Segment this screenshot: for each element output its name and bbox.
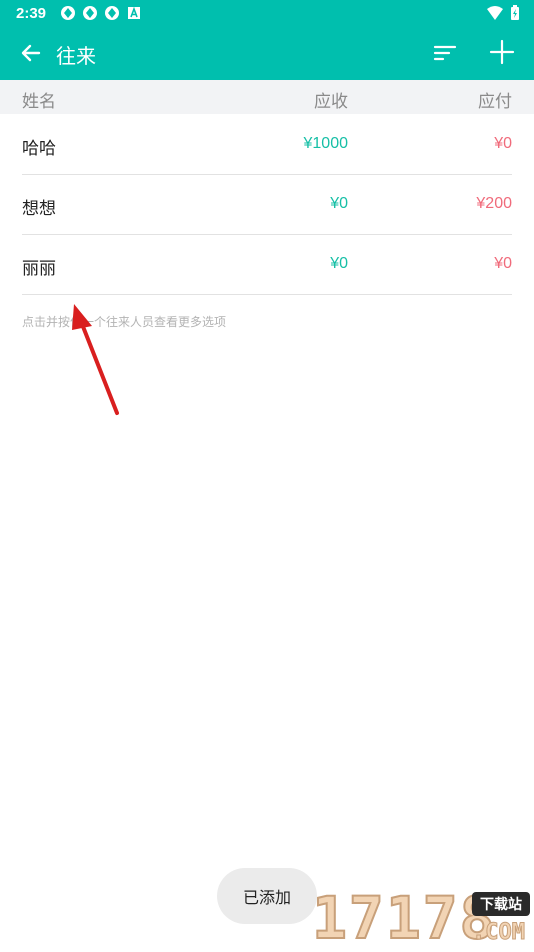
status-bar: 2:39 (0, 0, 534, 26)
receivable-amount: ¥1000 (303, 135, 349, 152)
payable-amount: ¥0 (494, 135, 512, 152)
watermark-number: 17178 (311, 884, 497, 952)
contact-row[interactable]: 想想 ¥0 ¥200 (22, 174, 512, 235)
battery-charging-icon (511, 5, 519, 20)
wifi-icon (487, 6, 503, 20)
annotation-arrow-icon (72, 304, 119, 415)
receivable-amount: ¥0 (330, 255, 348, 272)
app-bar: 往来 (0, 26, 534, 80)
header-payable: 应付 (478, 92, 512, 111)
contact-name: 想想 (22, 199, 56, 218)
watermark-domain: .COM (472, 920, 526, 946)
status-time: 2:39 (16, 5, 47, 22)
header-receivable: 应收 (314, 92, 348, 111)
contact-row[interactable]: 哈哈 ¥1000 ¥0 (22, 114, 512, 175)
contact-name: 哈哈 (22, 139, 56, 158)
a-icon (128, 6, 140, 19)
sync-icon (61, 6, 75, 20)
toast-text: 已添加 (242, 890, 291, 907)
toast-message: 已添加 (217, 868, 317, 924)
contact-row[interactable]: 丽丽 ¥0 ¥0 (22, 234, 512, 295)
contact-name: 丽丽 (22, 259, 56, 278)
table-header: 姓名 应收 应付 (0, 80, 534, 114)
header-name: 姓名 (22, 92, 56, 111)
status-right (486, 5, 520, 21)
sync-icon (83, 6, 97, 20)
notification-icons (60, 5, 142, 21)
watermark-badge: 下载站 (472, 892, 530, 916)
payable-amount: ¥200 (476, 195, 512, 212)
back-arrow-icon[interactable] (18, 40, 44, 66)
add-icon[interactable] (488, 38, 516, 66)
sync-icon (105, 6, 119, 20)
sort-icon[interactable] (432, 40, 458, 66)
payable-amount: ¥0 (494, 255, 512, 272)
page-title: 往来 (56, 46, 96, 68)
receivable-amount: ¥0 (330, 195, 348, 212)
